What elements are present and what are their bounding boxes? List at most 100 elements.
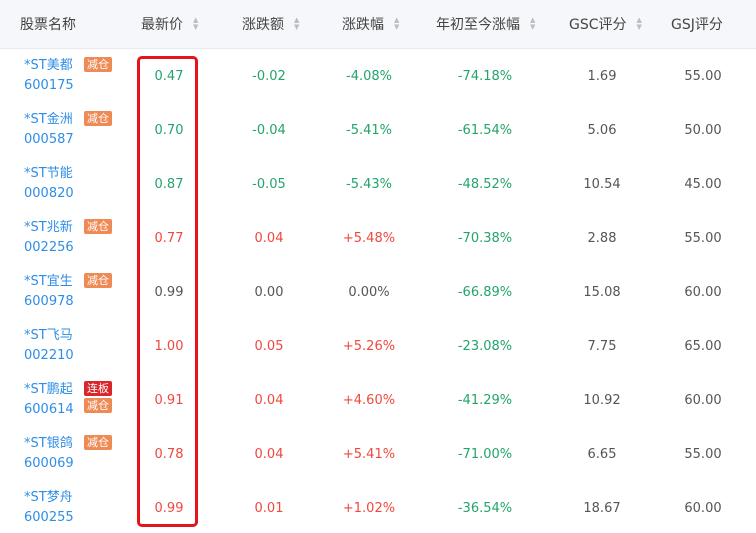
gsc-cell: 10.54 (583, 176, 621, 192)
table-row[interactable]: *ST银鸽 600069 减仓 0.78 0.04 +5.41% -71.00% 6.65 55… (0, 427, 756, 482)
price-cell: 0.99 (154, 500, 184, 516)
sort-icon[interactable]: ▲ ▼ (637, 17, 642, 31)
change-cell: -0.04 (252, 122, 286, 138)
table-row[interactable]: *ST节能 000820 0.87 -0.05 -5.43% -48.52% 10.54 45… (0, 157, 756, 212)
price-cell: 0.47 (154, 68, 184, 84)
gsc-cell: 15.08 (583, 284, 621, 300)
column-header-label: 涨跌幅 (342, 17, 384, 33)
stock-link[interactable]: *ST金洲 000587 (24, 110, 74, 150)
gsj-cell: 55.00 (684, 446, 722, 462)
sort-icon[interactable]: ▲ ▼ (294, 17, 299, 31)
table-row[interactable]: *ST梦舟 600255 0.99 0.01 +1.02% -36.54% 18.67 60.… (0, 481, 756, 533)
column-header-label: 涨跌额 (242, 17, 284, 33)
stock-code[interactable]: 000587 (24, 130, 74, 150)
stock-name[interactable]: *ST兆新 (24, 220, 73, 235)
ytd-cell: -66.89% (457, 284, 513, 300)
change-cell: 0.00 (254, 284, 284, 300)
table-row[interactable]: *ST美都 600175 减仓 0.47 -0.02 -4.08% -74.18% 1.69 5… (0, 49, 756, 104)
stock-tags: 减仓 (84, 111, 112, 126)
table-row[interactable]: *ST飞马 002210 1.00 0.05 +5.26% -23.08% 7.75 65.0… (0, 319, 756, 374)
stock-code[interactable]: 600978 (24, 292, 74, 312)
column-header-label: 最新价 (141, 17, 183, 33)
pct-cell: +1.02% (342, 500, 396, 516)
ytd-cell: -23.08% (457, 338, 513, 354)
stock-code[interactable]: 000820 (24, 184, 74, 204)
stock-code[interactable]: 002210 (24, 346, 74, 366)
stock-tags: 减仓 (84, 57, 112, 72)
stock-name[interactable]: *ST梦舟 (24, 490, 73, 505)
pct-cell: +5.26% (342, 338, 396, 354)
sort-icon[interactable]: ▲ ▼ (193, 17, 198, 31)
stock-tags: 减仓 (84, 219, 112, 234)
sort-down-icon[interactable]: ▼ (394, 24, 399, 31)
stock-link[interactable]: *ST鹏起 600614 (24, 380, 74, 420)
gsj-cell: 60.00 (684, 392, 722, 408)
table-row[interactable]: *ST鹏起 600614 连板 减仓 0.91 0.04 +4.60% -41.29% 10.9… (0, 373, 756, 428)
sort-down-icon[interactable]: ▼ (637, 24, 642, 31)
sort-icon[interactable]: ▲ ▼ (394, 17, 399, 31)
column-header-change[interactable]: 涨跌额 ▲ ▼ (242, 0, 299, 48)
price-cell: 0.87 (154, 176, 184, 192)
stock-link[interactable]: *ST飞马 002210 (24, 326, 74, 366)
stock-name[interactable]: *ST飞马 (24, 328, 73, 343)
column-header-label: GSJ评分 (671, 17, 723, 33)
column-header-pct[interactable]: 涨跌幅 ▲ ▼ (342, 0, 399, 48)
ytd-cell: -61.54% (457, 122, 513, 138)
gsc-cell: 2.88 (587, 230, 617, 246)
change-cell: 0.01 (254, 500, 284, 516)
stock-link[interactable]: *ST银鸽 600069 (24, 434, 74, 474)
stock-link[interactable]: *ST美都 600175 (24, 56, 74, 96)
stock-name[interactable]: *ST节能 (24, 166, 73, 181)
stock-link[interactable]: *ST宜生 600978 (24, 272, 74, 312)
gsc-cell: 7.75 (587, 338, 617, 354)
gsc-cell: 18.67 (583, 500, 621, 516)
price-cell: 0.77 (154, 230, 184, 246)
change-cell: 0.05 (254, 338, 284, 354)
column-header-price[interactable]: 最新价 ▲ ▼ (141, 0, 198, 48)
stock-name[interactable]: *ST银鸽 (24, 436, 73, 451)
stock-name[interactable]: *ST金洲 (24, 112, 73, 127)
sort-down-icon[interactable]: ▼ (294, 24, 299, 31)
ytd-cell: -71.00% (457, 446, 513, 462)
change-cell: -0.02 (252, 68, 286, 84)
pct-cell: +4.60% (342, 392, 396, 408)
stock-name[interactable]: *ST宜生 (24, 274, 73, 289)
limit-up-badge: 连板 (84, 381, 112, 396)
gsc-cell: 5.06 (587, 122, 617, 138)
gsj-cell: 60.00 (684, 500, 722, 516)
sort-icon[interactable]: ▲ ▼ (530, 17, 535, 31)
stock-tags: 减仓 (84, 273, 112, 288)
stock-link[interactable]: *ST梦舟 600255 (24, 488, 74, 528)
column-header-ytd[interactable]: 年初至今涨幅 ▲ ▼ (436, 0, 535, 48)
price-cell: 0.99 (154, 284, 184, 300)
column-header-gsc[interactable]: GSC评分 ▲ ▼ (569, 0, 642, 48)
ytd-cell: -70.38% (457, 230, 513, 246)
stock-tags: 连板 减仓 (84, 381, 112, 413)
sort-down-icon[interactable]: ▼ (530, 24, 535, 31)
sort-down-icon[interactable]: ▼ (193, 24, 198, 31)
gsj-cell: 55.00 (684, 68, 722, 84)
reduce-position-badge: 减仓 (84, 57, 112, 72)
change-cell: 0.04 (254, 230, 284, 246)
table-row[interactable]: *ST金洲 000587 减仓 0.70 -0.04 -5.41% -61.54% 5.06 5… (0, 103, 756, 158)
change-cell: 0.04 (254, 392, 284, 408)
stock-code[interactable]: 600175 (24, 76, 74, 96)
column-header-name: 股票名称 (20, 0, 76, 48)
stock-link[interactable]: *ST节能 000820 (24, 164, 74, 204)
ytd-cell: -48.52% (457, 176, 513, 192)
column-header-gsj: GSJ评分 (671, 0, 723, 48)
stock-link[interactable]: *ST兆新 002256 (24, 218, 74, 258)
stock-code[interactable]: 002256 (24, 238, 74, 258)
pct-cell: -5.43% (346, 176, 392, 192)
table-row[interactable]: *ST宜生 600978 减仓 0.99 0.00 0.00% -66.89% 15.08 60… (0, 265, 756, 320)
stock-name[interactable]: *ST美都 (24, 58, 73, 73)
stock-code[interactable]: 600614 (24, 400, 74, 420)
stock-code[interactable]: 600255 (24, 508, 74, 528)
gsj-cell: 60.00 (684, 284, 722, 300)
column-header-label: 股票名称 (20, 17, 76, 33)
table-row[interactable]: *ST兆新 002256 减仓 0.77 0.04 +5.48% -70.38% 2.88 55… (0, 211, 756, 266)
ytd-cell: -41.29% (457, 392, 513, 408)
stock-name[interactable]: *ST鹏起 (24, 382, 73, 397)
pct-cell: +5.48% (342, 230, 396, 246)
stock-code[interactable]: 600069 (24, 454, 74, 474)
